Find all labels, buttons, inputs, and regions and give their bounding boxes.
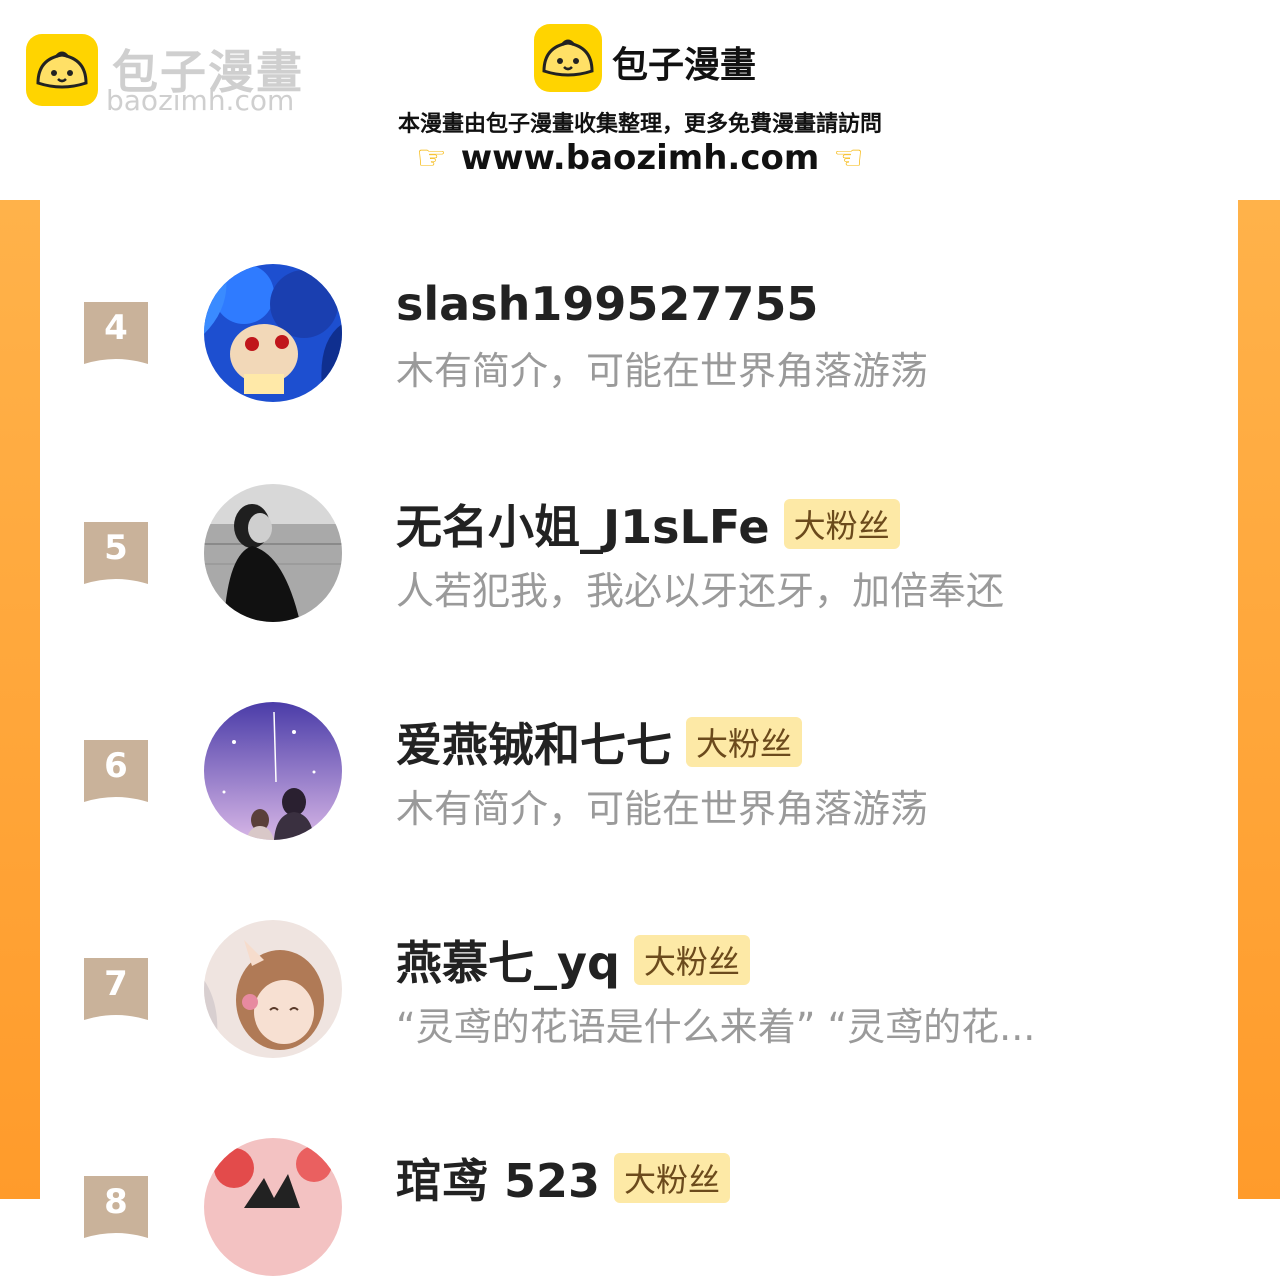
brand-name: 包子漫畫	[612, 45, 757, 86]
pointing-left-hand-icon: ☜	[833, 138, 864, 178]
user-bio: 木有简介，可能在世界角落游荡	[396, 349, 929, 393]
steamed-bun-icon	[534, 24, 602, 92]
user-bio: 人若犯我，我必以牙还牙，加倍奉还	[396, 569, 1005, 613]
list-item[interactable]: 6 爱燕铖和七七 大粉丝 木有简介，可能在世界角落游荡	[40, 702, 1238, 842]
user-name[interactable]: 无名小姐_J1sLFe	[396, 491, 770, 557]
header: 包子漫畫 baozimh.com 包子漫畫 本漫畫由包子漫畫收集整理，更多免費漫…	[0, 0, 1280, 200]
fan-badge: 大粉丝	[686, 717, 803, 767]
brand-logo[interactable]: 包子漫畫	[534, 24, 794, 96]
name-line: 爱燕铖和七七 大粉丝	[396, 714, 803, 772]
rank-number: 6	[104, 746, 128, 786]
avatar[interactable]	[204, 264, 342, 402]
avatar[interactable]	[204, 1138, 342, 1276]
fan-badge: 大粉丝	[614, 1153, 731, 1203]
site-url[interactable]: www.baozimh.com	[461, 138, 820, 178]
user-name[interactable]: 琯鸢 523	[396, 1145, 600, 1211]
avatar[interactable]	[204, 702, 342, 840]
steamed-bun-icon	[26, 34, 98, 106]
rank-number: 7	[104, 964, 128, 1004]
name-line: 琯鸢 523 大粉丝	[396, 1150, 731, 1208]
list-item[interactable]: 5 无名小姐_J1sLFe 大粉丝 人若犯我，我必以牙还牙，加倍奉还	[40, 484, 1238, 624]
watermark-logo: 包子漫畫 baozimh.com	[26, 34, 326, 117]
user-bio: 木有简介，可能在世界角落游荡	[396, 787, 929, 831]
name-line: 无名小姐_J1sLFe 大粉丝	[396, 496, 900, 554]
rank-tag: 6	[84, 740, 148, 802]
pointing-right-hand-icon: ☞	[416, 138, 447, 178]
name-line: 燕慕七_yq 大粉丝	[396, 932, 750, 990]
site-url-line[interactable]: ☞ www.baozimh.com ☜	[0, 138, 1280, 178]
rank-number: 8	[104, 1182, 128, 1222]
user-name[interactable]: 爱燕铖和七七	[396, 709, 672, 775]
rank-number: 5	[104, 528, 128, 568]
rank-number: 4	[104, 308, 128, 348]
rank-tag: 5	[84, 522, 148, 584]
avatar[interactable]	[204, 484, 342, 622]
rank-tag: 8	[84, 1176, 148, 1238]
user-name[interactable]: slash199527755	[396, 277, 818, 331]
user-bio: “灵鸢的花语是什么来着” “灵鸢的花...	[396, 1005, 1036, 1049]
fan-badge: 大粉丝	[633, 935, 750, 985]
fan-badge: 大粉丝	[783, 499, 900, 549]
list-item[interactable]: 8 琯鸢 523 大粉丝	[40, 1138, 1238, 1278]
user-name[interactable]: 燕慕七_yq	[396, 927, 620, 993]
rank-tag: 7	[84, 958, 148, 1020]
name-line: slash199527755	[396, 276, 818, 332]
list-item[interactable]: 4 slash199527755 木有简介，可能在世界角落游荡	[40, 264, 1238, 404]
avatar[interactable]	[204, 920, 342, 1058]
list-item[interactable]: 7 燕慕七_yq 大粉丝 “灵鸢的花语是什么来着” “灵鸢的花...	[40, 920, 1238, 1060]
ranking-panel: 4 slash199527755 木有简介，可能在世界角落游荡 5 无名小姐_J…	[0, 200, 1280, 1276]
ranking-card: 4 slash199527755 木有简介，可能在世界角落游荡 5 无名小姐_J…	[40, 200, 1238, 1276]
rank-tag: 4	[84, 302, 148, 364]
tagline: 本漫畫由包子漫畫收集整理，更多免費漫畫請訪問	[397, 112, 882, 137]
